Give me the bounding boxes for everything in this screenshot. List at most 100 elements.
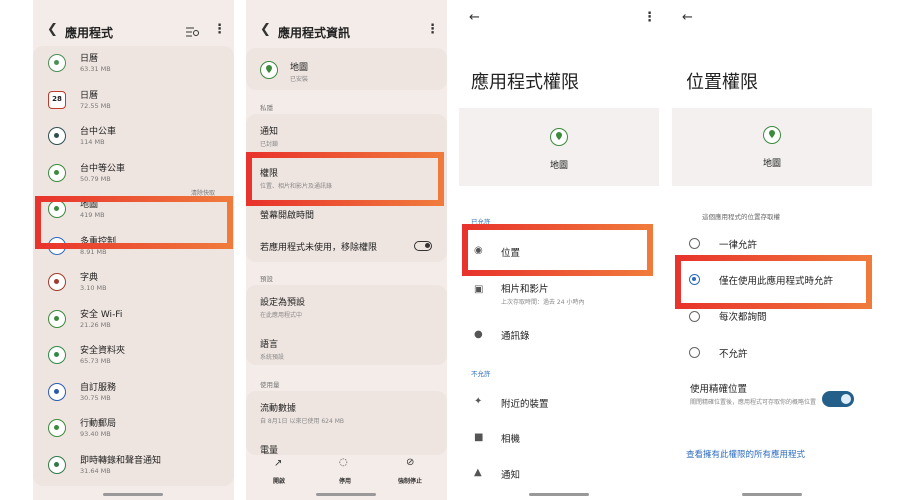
radio-while-using[interactable] (689, 274, 700, 285)
contacts-icon: ● (474, 329, 483, 340)
camera-permission[interactable]: 相機 (501, 431, 520, 445)
permissions-summary: 位置、相片和影片及通訊錄 (260, 183, 333, 190)
app-name: 行動郵局 (80, 419, 117, 429)
gesture-bar (103, 493, 163, 496)
defaults-section-label: 預設 (260, 275, 273, 283)
app-size: 93.40 MB (80, 430, 111, 438)
option-deny[interactable]: 不允許 (719, 346, 748, 360)
list-item[interactable]: 即時轉錄和聲音通知 31.64 MB (33, 448, 234, 484)
permissions-item[interactable]: 權限 (260, 166, 278, 179)
app-name: 即時轉錄和聲音通知 (80, 455, 162, 466)
mobile-data-item[interactable]: 流動數據 (260, 401, 296, 414)
filter-search-icon[interactable] (186, 27, 200, 37)
app-name: 安全 Wi-Fi (80, 309, 123, 320)
page-title: 位置權限 (686, 72, 758, 93)
secure-folder-icon (48, 346, 66, 364)
back-arrow-icon[interactable]: ← (682, 10, 693, 25)
option-ask-every-time[interactable]: 每次都詢問 (719, 309, 767, 323)
app-size: 21.26 MB (80, 320, 111, 329)
radio-ask-every-time[interactable] (689, 311, 700, 322)
notifications-permission[interactable]: 通知 (501, 467, 520, 481)
nearby-devices-permission[interactable]: 附近的裝置 (501, 396, 549, 410)
list-item[interactable]: 地圖 419 MB (33, 192, 234, 228)
app-name: 多重控制 (80, 236, 117, 247)
force-stop-icon[interactable]: ⊘ (406, 457, 414, 468)
gesture-bar (529, 493, 589, 496)
app-size: 8.91 MB (80, 247, 107, 256)
maps-pin-icon (260, 61, 278, 79)
radio-deny[interactable] (689, 347, 700, 358)
gesture-bar (316, 493, 376, 496)
app-name: 地圖 (762, 159, 781, 169)
app-name: 地圖 (80, 200, 99, 210)
radio-always[interactable] (689, 238, 700, 249)
photos-permission[interactable]: 相片和影片 (501, 281, 549, 295)
open-button[interactable]: 開啟 (273, 476, 285, 485)
location-permission[interactable]: 位置 (501, 245, 520, 259)
calendar-28-icon: 28 (48, 90, 66, 109)
page-title: 應用程式 (65, 26, 114, 40)
screen-time-item[interactable]: 螢幕開啟時間 (260, 208, 314, 221)
list-item[interactable]: 安全資料夾 65.73 MB (33, 338, 234, 374)
open-icon[interactable]: ↗ (274, 458, 282, 469)
multi-control-icon (48, 236, 66, 255)
app-size: 31.64 MB (80, 466, 111, 475)
access-section-label: 這個應用程式的位置存取權 (702, 213, 780, 221)
bell-icon: ▲ (474, 467, 482, 478)
list-item[interactable]: 安全 Wi-Fi 21.26 MB (33, 302, 234, 338)
page-title: 應用程式權限 (471, 72, 579, 93)
photos-last-access: 上次存取時間：過去 24 小時內 (501, 299, 585, 306)
precise-location-title: 使用精確位置 (690, 384, 748, 395)
more-options-icon[interactable]: ⋮ (426, 22, 439, 37)
remove-permissions-item[interactable]: 若應用程式未使用，移除權限 (260, 240, 377, 253)
list-item[interactable]: 28 日曆 72.55 MB (33, 83, 234, 119)
back-arrow-icon[interactable]: ← (469, 10, 480, 25)
language-status: 系統預設 (260, 354, 285, 361)
back-arrow-icon[interactable]: ❮ (47, 22, 58, 37)
option-while-using[interactable]: 僅在使用此應用程式時允許 (719, 273, 833, 287)
camera-icon: ■ (474, 432, 484, 443)
disable-button[interactable]: 停用 (339, 476, 351, 485)
disable-icon[interactable]: ◌ (339, 457, 348, 468)
maps-pin-icon (763, 126, 781, 144)
set-default-item[interactable]: 設定為預設 (260, 295, 305, 308)
list-item[interactable]: 日曆 63.31 MB (33, 46, 234, 82)
app-header-box: 地圖 (459, 108, 659, 186)
notifications-item[interactable]: 通知 (260, 124, 278, 137)
photos-icon: ▣ (474, 284, 484, 295)
dictionary-icon (48, 273, 66, 291)
not-allowed-section-label: 不允許 (471, 370, 491, 378)
more-options-icon[interactable]: ⋮ (643, 10, 656, 25)
list-item[interactable]: 多重控制 8.91 MB (33, 229, 234, 265)
precise-location-description: 關閉精確位置後，應用程式可存取你的概略位置 (690, 399, 817, 406)
bus-icon (48, 127, 66, 145)
list-item[interactable]: 自訂服務 30.75 MB (33, 375, 234, 411)
usage-section-label: 使用量 (260, 381, 280, 389)
app-size: 419 MB (80, 211, 105, 219)
app-name: 地圖 (549, 161, 568, 171)
bus-stop-icon (48, 163, 66, 182)
app-name: 日曆 (80, 90, 99, 101)
list-item[interactable]: 台中公車 114 MB (33, 119, 234, 155)
precise-location-toggle[interactable] (822, 391, 854, 407)
mobile-data-status: 自 8月1日 以來已使用 624 MB (260, 418, 345, 425)
contacts-permission[interactable]: 通訊錄 (501, 328, 530, 342)
remove-permissions-toggle[interactable] (414, 241, 432, 251)
page-title: 應用程式資訊 (278, 26, 351, 40)
list-item[interactable]: 台中等公車 50.79 MB (33, 156, 234, 192)
language-item[interactable]: 語言 (260, 337, 278, 350)
list-item[interactable]: 行動郵局 93.40 MB (33, 411, 234, 447)
more-options-icon[interactable]: ⋮ (213, 22, 226, 37)
see-all-apps-link[interactable]: 查看擁有此權限的所有應用程式 (686, 448, 805, 460)
back-arrow-icon[interactable]: ❮ (260, 22, 271, 37)
maps-pin-icon (550, 128, 568, 146)
force-stop-button[interactable]: 強制停止 (398, 476, 422, 485)
list-item[interactable]: 字典 3.10 MB (33, 265, 234, 301)
app-size: 50.79 MB (80, 174, 111, 183)
post-office-icon (48, 419, 66, 437)
set-default-status: 在此應用程式中 (260, 312, 303, 319)
app-name: 自訂服務 (80, 382, 117, 393)
option-always[interactable]: 一律允許 (719, 237, 757, 251)
app-size: 3.10 MB (80, 284, 107, 292)
app-name: 安全資料夾 (80, 346, 126, 356)
